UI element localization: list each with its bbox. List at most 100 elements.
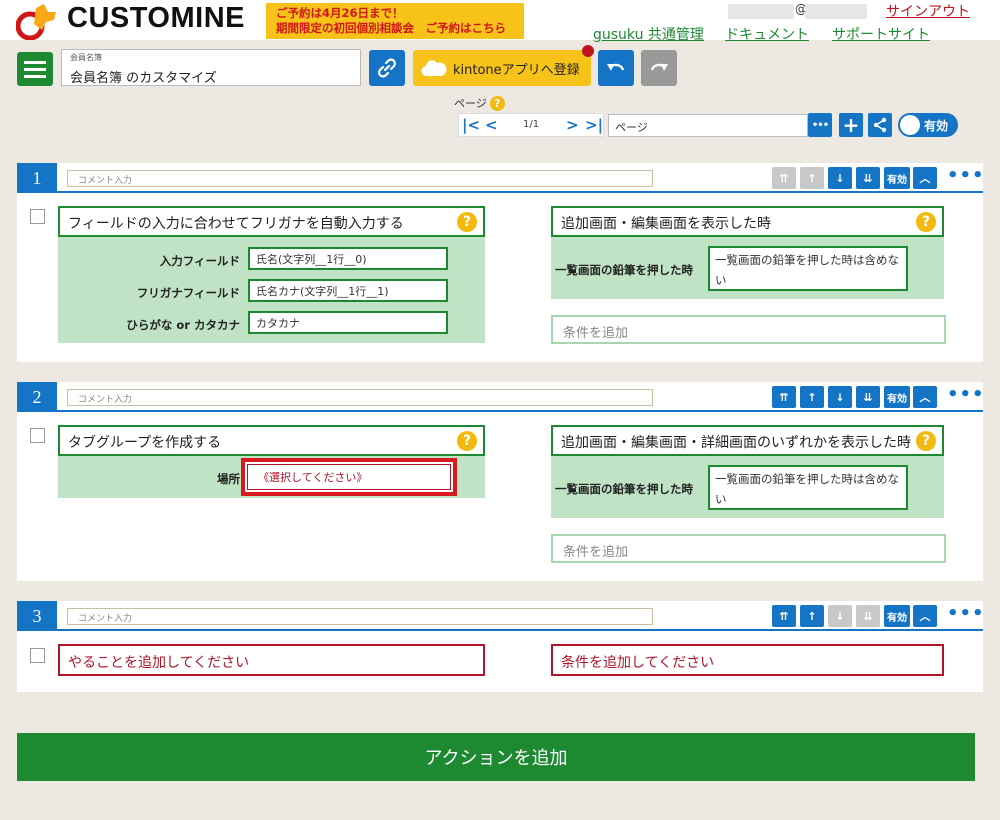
collapse-button[interactable]: ︿ <box>913 605 937 627</box>
move-down-button[interactable]: ↓ <box>828 386 852 408</box>
move-to-top-button[interactable]: ⇈ <box>772 386 796 408</box>
promo-line1: ご予約は4月26日まで！ <box>276 6 404 20</box>
user-name-redacted <box>728 4 794 19</box>
enabled-button[interactable]: 有効 <box>884 605 910 627</box>
field-label: 入力フィールド <box>159 254 240 268</box>
move-to-top-button[interactable]: ⇈ <box>772 605 796 627</box>
field-label: 場所 <box>217 472 240 486</box>
redo-button[interactable] <box>641 50 677 86</box>
menu-icon-bar <box>24 67 46 71</box>
tree-icon <box>873 117 887 133</box>
pencil-option-select[interactable]: 一覧画面の鉛筆を押した時は含めない <box>708 246 908 291</box>
condition-fields: 一覧画面の鉛筆を押した時 一覧画面の鉛筆を押した時は含めない <box>551 456 944 518</box>
pencil-option-select[interactable]: 一覧画面の鉛筆を押した時は含めない <box>708 465 908 510</box>
field-label: フリガナフィールド <box>136 286 240 300</box>
link-button[interactable] <box>369 50 405 86</box>
kana-type-select[interactable]: カタカナ <box>248 311 448 334</box>
block-checkbox[interactable] <box>30 209 45 224</box>
enabled-button[interactable]: 有効 <box>884 386 910 408</box>
block-more-button[interactable]: ••• <box>947 605 985 623</box>
add-condition-prompt[interactable]: 条件を追加してください <box>551 644 944 676</box>
help-icon[interactable]: ? <box>457 212 477 232</box>
move-up-button[interactable]: ↑ <box>800 605 824 627</box>
comment-input[interactable]: コメント入力 <box>67 170 653 187</box>
page-number: 1/1 <box>523 119 540 130</box>
action-block-1: 1 コメント入力 ⇈ ↑ ↓ ⇊ 有効 ︿ ••• フィールドの入力に合わせてフ… <box>17 163 985 362</box>
action-title-text: フィールドの入力に合わせてフリガナを自動入力する <box>68 216 404 232</box>
kintone-register-button[interactable]: kintoneアプリへ登録 <box>413 50 591 86</box>
add-condition-button[interactable]: 条件を追加 <box>551 534 946 563</box>
add-action-prompt[interactable]: やることを追加してください <box>58 644 485 676</box>
block-more-button[interactable]: ••• <box>947 167 985 185</box>
app-header: CUSTOMINE ご予約は4月26日まで！ 期間限定の初回個別相談会 ご予約は… <box>0 0 1000 43</box>
condition-title[interactable]: 追加画面・編集画面を表示した時 ? <box>551 206 944 237</box>
move-to-bottom-button[interactable]: ⇊ <box>856 386 880 408</box>
block-number: 3 <box>17 601 57 631</box>
condition-label: 一覧画面の鉛筆を押した時 <box>555 263 693 277</box>
block-number: 1 <box>17 163 57 193</box>
move-up-button[interactable]: ↑ <box>800 386 824 408</box>
move-down-button[interactable]: ↓ <box>828 605 852 627</box>
comment-input[interactable]: コメント入力 <box>67 389 653 406</box>
cloud-icon <box>421 60 447 77</box>
next-page-button[interactable]: > <box>566 116 579 134</box>
page-enabled-toggle[interactable]: 有効 <box>898 113 958 137</box>
page-label: ページ ? <box>454 95 505 111</box>
move-to-bottom-button[interactable]: ⇊ <box>856 605 880 627</box>
collapse-button[interactable]: ︿ <box>913 386 937 408</box>
menu-button[interactable] <box>17 52 53 86</box>
support-site-link[interactable]: サポートサイト <box>832 24 930 44</box>
last-page-button[interactable]: >| <box>585 116 603 134</box>
location-select-value: 《選択してください》 <box>247 464 451 490</box>
input-field-select[interactable]: 氏名(文字列__1行__0) <box>248 247 448 270</box>
add-action-button[interactable]: アクションを追加 <box>17 733 975 781</box>
collapse-button[interactable]: ︿ <box>913 167 937 189</box>
block-number: 2 <box>17 382 57 412</box>
help-icon[interactable]: ? <box>489 95 505 111</box>
action-block-3: 3 コメント入力 ⇈ ↑ ↓ ⇊ 有効 ︿ ••• やることを追加してください … <box>17 601 985 692</box>
furigana-field-select[interactable]: 氏名カナ(文字列__1行__1) <box>248 279 448 302</box>
enabled-button[interactable]: 有効 <box>884 167 910 189</box>
field-label: ひらがな or カタカナ <box>126 318 240 332</box>
notification-dot <box>582 45 594 57</box>
help-icon[interactable]: ? <box>457 431 477 451</box>
signout-link[interactable]: サインアウト <box>886 1 970 21</box>
prev-page-button[interactable]: < <box>485 116 498 134</box>
gusuku-admin-link[interactable]: gusuku 共通管理 <box>593 24 704 44</box>
first-page-button[interactable]: |< <box>462 116 480 134</box>
menu-icon-bar <box>24 74 46 78</box>
move-to-top-button[interactable]: ⇈ <box>772 167 796 189</box>
menu-icon-bar <box>24 60 46 64</box>
app-name-field[interactable]: 会員名簿 会員名簿 のカスタマイズ <box>61 49 361 86</box>
chevron-up-icon: ︿ <box>919 610 931 623</box>
promo-banner[interactable]: ご予約は4月26日まで！ 期間限定の初回個別相談会 ご予約はこちら <box>266 3 524 39</box>
block-checkbox[interactable] <box>30 428 45 443</box>
block-divider <box>57 191 983 193</box>
move-down-button[interactable]: ↓ <box>828 167 852 189</box>
block-divider <box>57 629 983 631</box>
help-icon[interactable]: ? <box>916 212 936 232</box>
page-name-input[interactable]: ページ <box>608 114 808 137</box>
move-up-button[interactable]: ↑ <box>800 167 824 189</box>
location-select[interactable]: 《選択してください》 <box>241 458 457 496</box>
kintone-register-label: kintoneアプリへ登録 <box>453 62 580 78</box>
action-title-text: タブグループを作成する <box>68 435 222 451</box>
logo-text: CUSTOMINE <box>67 2 245 34</box>
add-condition-button[interactable]: 条件を追加 <box>551 315 946 344</box>
block-more-button[interactable]: ••• <box>947 386 985 404</box>
redo-icon <box>650 63 668 71</box>
page-tree-button[interactable] <box>868 113 892 137</box>
help-icon[interactable]: ? <box>916 431 936 451</box>
page-more-button[interactable]: ••• <box>808 113 832 137</box>
undo-button[interactable] <box>598 50 634 86</box>
comment-input[interactable]: コメント入力 <box>67 608 653 625</box>
move-to-bottom-button[interactable]: ⇊ <box>856 167 880 189</box>
promo-line2: 期間限定の初回個別相談会 ご予約はこちら <box>276 21 506 35</box>
action-title[interactable]: フィールドの入力に合わせてフリガナを自動入力する ? <box>58 206 485 237</box>
documents-link[interactable]: ドキュメント <box>725 24 809 44</box>
condition-title[interactable]: 追加画面・編集画面・詳細画面のいずれかを表示した時 ? <box>551 425 944 456</box>
link-icon <box>378 58 396 78</box>
block-checkbox[interactable] <box>30 648 45 663</box>
add-page-button[interactable]: + <box>839 113 863 137</box>
action-title[interactable]: タブグループを作成する ? <box>58 425 485 456</box>
